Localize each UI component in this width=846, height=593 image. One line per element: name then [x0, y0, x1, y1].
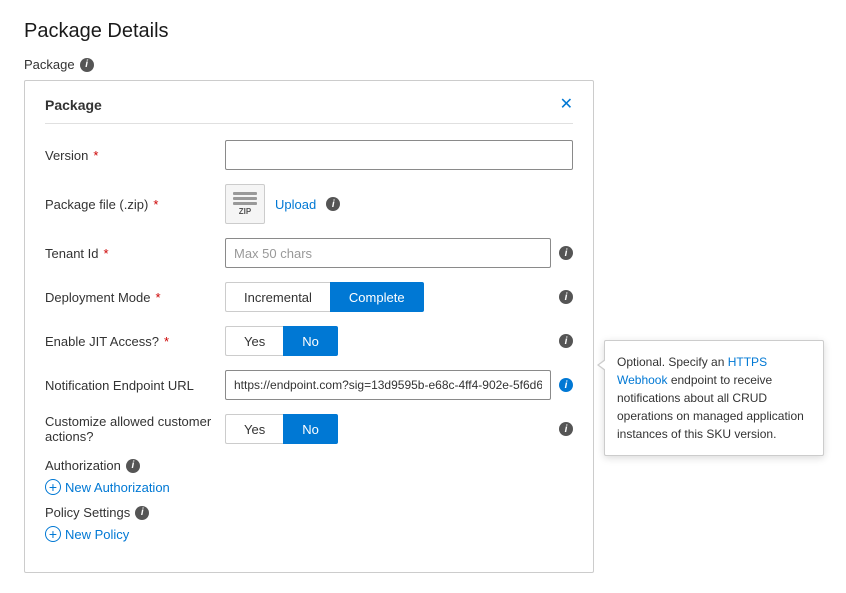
jit-access-row: Enable JIT Access? * Yes No i [45, 326, 573, 356]
jit-access-toggle: Yes No [225, 326, 551, 356]
notification-url-field-row: i [225, 370, 573, 400]
authorization-section: Authorization i + New Authorization [45, 458, 573, 495]
deployment-mode-label: Deployment Mode * [45, 290, 215, 305]
notification-url-info-icon[interactable]: i [559, 378, 573, 392]
version-required: * [93, 148, 98, 163]
notification-url-label: Notification Endpoint URL [45, 378, 215, 393]
customize-actions-toggle: Yes No [225, 414, 551, 444]
customize-actions-yes[interactable]: Yes [225, 414, 283, 444]
jit-access-required: * [164, 334, 169, 349]
package-file-label-text: Package file (.zip) [45, 197, 148, 212]
version-label-text: Version [45, 148, 88, 163]
authorization-info-icon[interactable]: i [126, 459, 140, 473]
upload-row: ZIP Upload i [225, 184, 573, 224]
authorization-label: Authorization i [45, 458, 573, 473]
policy-section: Policy Settings i + New Policy [45, 505, 573, 542]
upload-info-icon[interactable]: i [326, 197, 340, 211]
version-label: Version * [45, 148, 215, 163]
jit-access-field-row: Yes No i [225, 326, 573, 356]
customize-actions-info-icon[interactable]: i [559, 422, 573, 436]
package-file-row: Package file (.zip) * ZIP Upload i [45, 184, 573, 224]
package-file-label: Package file (.zip) * [45, 197, 215, 212]
tenant-id-field-row: i [225, 238, 573, 268]
version-input[interactable] [225, 140, 573, 170]
add-policy-link[interactable]: + New Policy [45, 526, 573, 542]
package-panel: Package ✕ Version * Package file (.zip) … [24, 80, 594, 573]
tenant-id-required: * [104, 246, 109, 261]
policy-label-text: Policy Settings [45, 505, 130, 520]
add-authorization-icon: + [45, 479, 61, 495]
jit-access-no[interactable]: No [283, 326, 338, 356]
add-authorization-label: New Authorization [65, 480, 170, 495]
panel-header: Package ✕ [45, 97, 573, 124]
upload-link[interactable]: Upload [275, 197, 316, 212]
package-section-label: Package i [24, 57, 822, 72]
close-button[interactable]: ✕ [560, 97, 573, 113]
tooltip-text-part1: Optional. Specify an [617, 355, 728, 369]
add-policy-icon: + [45, 526, 61, 542]
jit-access-label: Enable JIT Access? * [45, 334, 215, 349]
authorization-label-text: Authorization [45, 458, 121, 473]
deployment-mode-required: * [156, 290, 161, 305]
policy-info-icon[interactable]: i [135, 506, 149, 520]
deployment-mode-complete[interactable]: Complete [330, 282, 424, 312]
notification-tooltip: Optional. Specify an HTTPS Webhook endpo… [604, 340, 824, 456]
deployment-mode-label-text: Deployment Mode [45, 290, 151, 305]
jit-access-yes[interactable]: Yes [225, 326, 283, 356]
deployment-mode-row: Deployment Mode * Incremental Complete i [45, 282, 573, 312]
notification-url-label-text: Notification Endpoint URL [45, 378, 194, 393]
version-row: Version * [45, 140, 573, 170]
customize-actions-row: Customize allowed customer actions? Yes … [45, 414, 573, 444]
notification-url-input[interactable] [225, 370, 551, 400]
zip-icon: ZIP [225, 184, 265, 224]
tenant-id-input[interactable] [225, 238, 551, 268]
customize-actions-no[interactable]: No [283, 414, 338, 444]
add-policy-label: New Policy [65, 527, 129, 542]
notification-url-row: Notification Endpoint URL i [45, 370, 573, 400]
deployment-mode-field-row: Incremental Complete i [225, 282, 573, 312]
package-label-text: Package [24, 57, 75, 72]
customize-actions-label-text: Customize allowed customer actions? [45, 414, 215, 444]
tenant-id-row: Tenant Id * i [45, 238, 573, 268]
tenant-id-label-text: Tenant Id [45, 246, 99, 261]
tenant-id-label: Tenant Id * [45, 246, 215, 261]
deployment-mode-toggle: Incremental Complete [225, 282, 551, 312]
deployment-mode-incremental[interactable]: Incremental [225, 282, 330, 312]
deployment-mode-info-icon[interactable]: i [559, 290, 573, 304]
panel-title: Package [45, 97, 102, 113]
customize-actions-label: Customize allowed customer actions? [45, 414, 215, 444]
add-authorization-link[interactable]: + New Authorization [45, 479, 573, 495]
package-info-icon[interactable]: i [80, 58, 94, 72]
tenant-id-info-icon[interactable]: i [559, 246, 573, 260]
customize-actions-field-row: Yes No i [225, 414, 573, 444]
jit-access-label-text: Enable JIT Access? [45, 334, 159, 349]
page-title: Package Details [24, 20, 822, 43]
policy-label: Policy Settings i [45, 505, 573, 520]
package-file-required: * [153, 197, 158, 212]
jit-access-info-icon[interactable]: i [559, 334, 573, 348]
